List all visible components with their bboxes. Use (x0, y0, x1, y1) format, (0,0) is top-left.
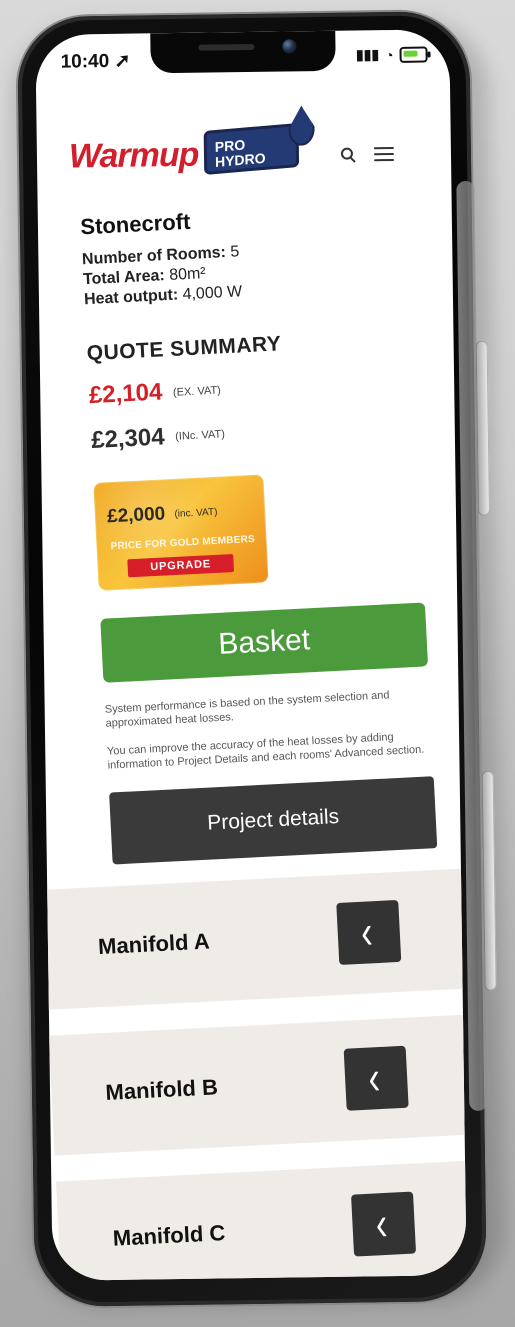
project-details-button[interactable]: Project details (109, 776, 438, 865)
badge-line-2: HYDRO (214, 149, 266, 171)
chevron-left-icon: ‹ (367, 1051, 382, 1106)
menu-line (374, 158, 395, 162)
ex-vat-price-row: £2,104 (EX. VAT) (88, 366, 414, 411)
manifold-item-c[interactable]: Manifold C ‹ (55, 1159, 467, 1281)
app-header: Warmup PRO HYDRO (68, 115, 419, 190)
area-value: 80m² (168, 265, 207, 284)
wifi-icon: ◔ (384, 46, 394, 63)
phone-mockup-scene: 10:40 ➚ ▮▮▮ ◔ Warmup PRO HYDRO Stonecrof… (0, 0, 515, 1327)
heat-label: Heat output: (83, 286, 179, 309)
rooms-value: 5 (229, 243, 240, 261)
ex-vat-price: £2,104 (88, 378, 163, 410)
gold-member-price-card[interactable]: £2,000 (inc. VAT) PRICE FOR GOLD MEMBERS… (93, 474, 269, 592)
volume-button (475, 340, 491, 516)
manifold-list: Manifold A ‹ Manifold B ‹ Manifold C ‹ (41, 867, 467, 1281)
performance-note-2: You can improve the accuracy of the heat… (106, 731, 425, 772)
manifold-b-expand-button[interactable]: ‹ (343, 1045, 409, 1111)
gold-members-text: PRICE FOR GOLD MEMBERS (110, 534, 256, 553)
manifold-item-a[interactable]: Manifold A ‹ (41, 867, 467, 1010)
manifold-a-label: Manifold A (97, 928, 211, 960)
status-time: 10:40 ➚ (60, 50, 131, 74)
basket-button[interactable]: Basket (100, 602, 429, 684)
area-label: Total Area: (82, 267, 166, 289)
ex-vat-label: (EX. VAT) (172, 384, 222, 399)
manifold-c-expand-button[interactable]: ‹ (351, 1191, 417, 1257)
quote-content: Stonecroft Number of Rooms: 5 Total Area… (80, 198, 438, 865)
battery-fill (403, 50, 418, 57)
chevron-left-icon: ‹ (374, 1197, 389, 1252)
signal-icon: ▮▮▮ (355, 46, 380, 63)
battery-icon (399, 45, 428, 63)
menu-line (373, 152, 394, 156)
status-bar: 10:40 ➚ ▮▮▮ ◔ (35, 29, 450, 87)
manifold-b-label: Manifold B (104, 1074, 219, 1105)
manifold-item-b[interactable]: Manifold B ‹ (48, 1013, 467, 1156)
gold-price-label: (inc. VAT) (174, 506, 218, 520)
chevron-left-icon: ‹ (359, 905, 374, 960)
phone-device: 10:40 ➚ ▮▮▮ ◔ Warmup PRO HYDRO Stonecrof… (17, 10, 497, 1308)
status-icons: ▮▮▮ ◔ (356, 45, 428, 63)
app-screen: 10:40 ➚ ▮▮▮ ◔ Warmup PRO HYDRO Stonecrof… (35, 29, 467, 1281)
menu-line (373, 146, 394, 150)
inc-vat-label: (INc. VAT) (174, 428, 226, 444)
manifold-a-expand-button[interactable]: ‹ (336, 899, 402, 965)
gold-price-row: £2,000 (inc. VAT) (107, 501, 218, 529)
upgrade-button[interactable]: UPGRADE (127, 554, 235, 578)
search-icon[interactable] (340, 147, 354, 160)
inc-vat-price: £2,304 (90, 423, 166, 454)
heat-value: 4,000 W (182, 283, 243, 304)
performance-note-1: System performance is based on the syste… (104, 689, 390, 731)
pro-hydro-badge: PRO HYDRO (203, 123, 300, 175)
quote-summary-title: QUOTE SUMMARY (86, 332, 282, 366)
water-drop-icon (288, 105, 315, 147)
gold-price: £2,000 (106, 503, 166, 528)
time-text: 10:40 (60, 50, 110, 73)
project-name: Stonecroft (79, 208, 191, 240)
location-arrow-icon: ➚ (114, 50, 131, 72)
menu-icon[interactable] (373, 146, 395, 162)
brand-logo-text: Warmup (68, 135, 199, 176)
inc-vat-price-row: £2,304 (INc. VAT) (91, 410, 417, 455)
manifold-c-label: Manifold C (112, 1220, 226, 1251)
